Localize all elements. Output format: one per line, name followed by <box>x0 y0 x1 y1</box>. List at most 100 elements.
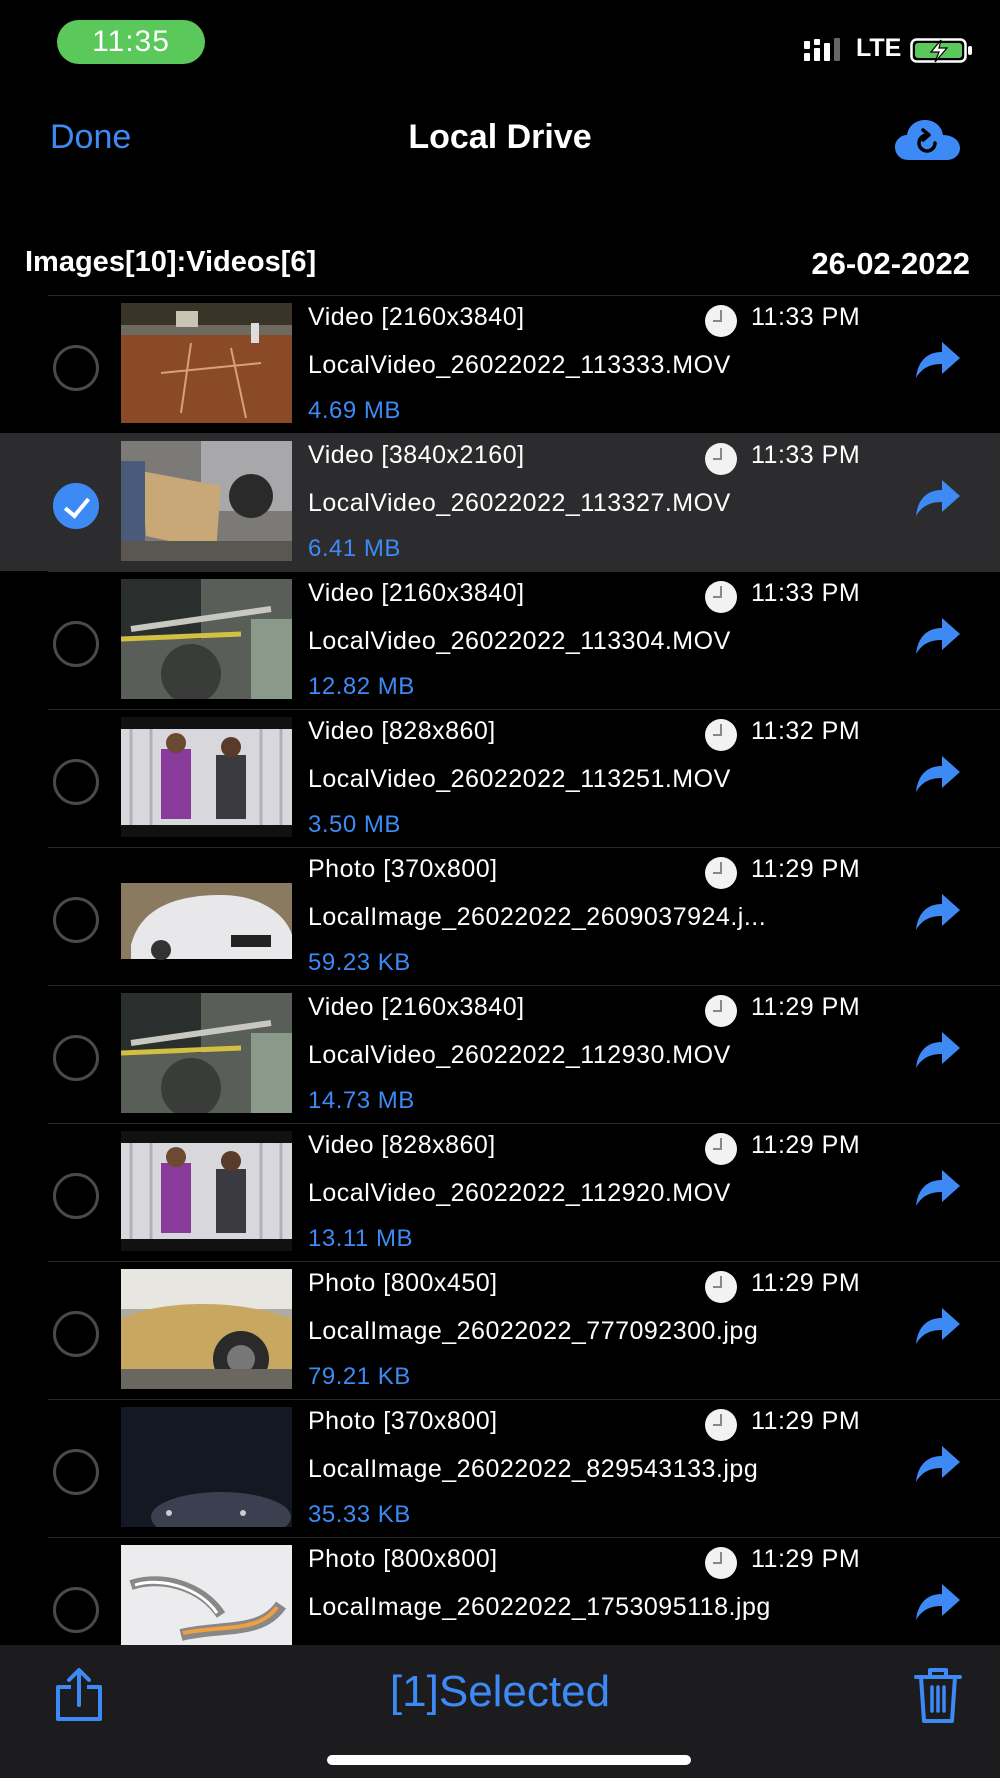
home-indicator <box>327 1755 691 1765</box>
select-checkbox[interactable] <box>53 1311 99 1357</box>
file-type: Video [2160x3840] <box>308 303 525 331</box>
file-row[interactable]: Video [828x860] 11:32 PM LocalVideo_2602… <box>0 709 1000 847</box>
row-divider <box>48 709 1000 710</box>
file-list[interactable]: Video [2160x3840] 11:33 PM LocalVideo_26… <box>0 295 1000 1645</box>
cloud-sync-icon[interactable] <box>893 116 963 166</box>
file-name: LocalVideo_26022022_112920.MOV <box>308 1179 731 1207</box>
file-row[interactable]: Photo [370x800] 11:29 PM LocalImage_2602… <box>0 1399 1000 1537</box>
file-row[interactable]: Photo [800x800] 11:29 PM LocalImage_2602… <box>0 1537 1000 1645</box>
file-row[interactable]: Video [828x860] 11:29 PM LocalVideo_2602… <box>0 1123 1000 1261</box>
share-arrow-icon[interactable] <box>912 890 962 934</box>
network-type: LTE <box>856 34 902 62</box>
file-thumbnail <box>121 855 292 975</box>
file-row[interactable]: Video [3840x2160] 11:33 PM LocalVideo_26… <box>0 433 1000 571</box>
share-arrow-icon[interactable] <box>912 1166 962 1210</box>
select-checkbox[interactable] <box>53 897 99 943</box>
share-icon[interactable] <box>52 1667 106 1723</box>
share-arrow-icon[interactable] <box>912 752 962 796</box>
selected-count: [1]Selected <box>389 1667 611 1716</box>
select-checkbox[interactable] <box>53 345 99 391</box>
file-thumbnail <box>121 303 292 423</box>
file-size: 12.82 MB <box>308 673 415 700</box>
select-checkbox[interactable] <box>53 483 99 529</box>
file-size: 4.69 MB <box>308 397 401 424</box>
file-thumbnail <box>121 441 292 561</box>
row-divider <box>48 433 1000 434</box>
media-count: Images[10]:Videos[6] <box>25 246 317 278</box>
done-button[interactable]: Done <box>50 118 131 157</box>
file-size: 59.23 KB <box>308 949 411 976</box>
file-thumbnail <box>121 1269 292 1389</box>
share-arrow-icon[interactable] <box>912 614 962 658</box>
row-divider <box>48 1123 1000 1124</box>
select-checkbox[interactable] <box>53 1587 99 1633</box>
file-row[interactable]: Video [2160x3840] 11:33 PM LocalVideo_26… <box>0 571 1000 709</box>
file-time: 11:32 PM <box>751 717 861 745</box>
file-name: LocalVideo_26022022_113251.MOV <box>308 765 731 793</box>
file-type: Video [828x860] <box>308 1131 496 1159</box>
bottom-toolbar: [1]Selected <box>0 1645 1000 1778</box>
select-checkbox[interactable] <box>53 759 99 805</box>
row-divider <box>48 1261 1000 1262</box>
clock-icon <box>705 1271 737 1303</box>
file-type: Photo [800x450] <box>308 1269 498 1297</box>
file-thumbnail <box>121 1407 292 1527</box>
file-time: 11:29 PM <box>751 855 861 883</box>
share-arrow-icon[interactable] <box>912 1580 962 1624</box>
clock-icon <box>705 719 737 751</box>
file-time: 11:29 PM <box>751 1269 861 1297</box>
share-arrow-icon[interactable] <box>912 476 962 520</box>
select-checkbox[interactable] <box>53 621 99 667</box>
trash-icon[interactable] <box>912 1665 964 1725</box>
file-thumbnail <box>121 993 292 1113</box>
file-type: Photo [370x800] <box>308 1407 498 1435</box>
file-type: Video [3840x2160] <box>308 441 525 469</box>
share-arrow-icon[interactable] <box>912 1304 962 1348</box>
summary-header: Images[10]:Videos[6] 26-02-2022 <box>0 240 1000 290</box>
file-size: 13.11 MB <box>308 1225 413 1252</box>
row-divider <box>48 295 1000 296</box>
clock-icon <box>705 443 737 475</box>
file-size: 3.50 MB <box>308 811 401 838</box>
file-size: 35.33 KB <box>308 1501 411 1528</box>
file-name: LocalImage_26022022_777092300.jpg <box>308 1317 759 1345</box>
row-divider <box>48 1399 1000 1400</box>
file-type: Photo [800x800] <box>308 1545 498 1573</box>
file-size: 79.21 KB <box>308 1363 411 1390</box>
file-row[interactable]: Photo [370x800] 11:29 PM LocalImage_2602… <box>0 847 1000 985</box>
row-divider <box>48 985 1000 986</box>
row-divider <box>48 571 1000 572</box>
select-checkbox[interactable] <box>53 1173 99 1219</box>
file-row[interactable]: Video [2160x3840] 11:29 PM LocalVideo_26… <box>0 985 1000 1123</box>
file-type: Video [2160x3840] <box>308 993 525 1021</box>
clock-icon <box>705 1409 737 1441</box>
file-row[interactable]: Photo [800x450] 11:29 PM LocalImage_2602… <box>0 1261 1000 1399</box>
status-time: 11:35 <box>57 20 205 64</box>
file-time: 11:29 PM <box>751 1545 861 1573</box>
file-name: LocalImage_26022022_829543133.jpg <box>308 1455 759 1483</box>
file-time: 11:29 PM <box>751 1407 861 1435</box>
select-checkbox[interactable] <box>53 1035 99 1081</box>
file-thumbnail <box>121 1545 292 1645</box>
file-row[interactable]: Video [2160x3840] 11:33 PM LocalVideo_26… <box>0 295 1000 433</box>
file-type: Video [2160x3840] <box>308 579 525 607</box>
file-type: Photo [370x800] <box>308 855 498 883</box>
file-thumbnail <box>121 1131 292 1251</box>
file-size: 14.73 MB <box>308 1087 415 1114</box>
share-arrow-icon[interactable] <box>912 338 962 382</box>
share-arrow-icon[interactable] <box>912 1442 962 1486</box>
file-time: 11:29 PM <box>751 993 861 1021</box>
file-name: LocalVideo_26022022_113304.MOV <box>308 627 731 655</box>
navigation-bar: Done Local Drive <box>0 100 1000 180</box>
share-arrow-icon[interactable] <box>912 1028 962 1072</box>
clock-icon <box>705 1133 737 1165</box>
row-divider <box>48 847 1000 848</box>
select-checkbox[interactable] <box>53 1449 99 1495</box>
status-bar: 11:35 LTE <box>0 0 1000 90</box>
clock-icon <box>705 857 737 889</box>
file-thumbnail <box>121 579 292 699</box>
file-time: 11:33 PM <box>751 441 861 469</box>
file-name: LocalVideo_26022022_113327.MOV <box>308 489 731 517</box>
file-name: LocalImage_26022022_2609037924.j... <box>308 903 767 931</box>
clock-icon <box>705 581 737 613</box>
